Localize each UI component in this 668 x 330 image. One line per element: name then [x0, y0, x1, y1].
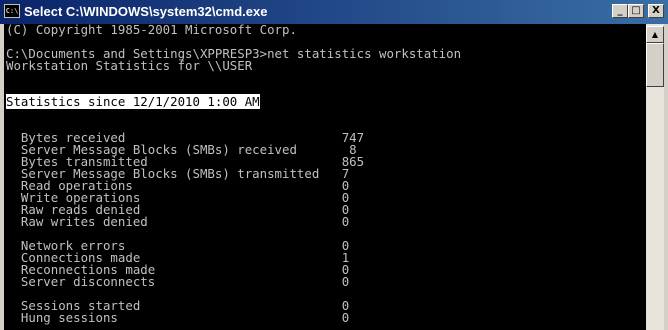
window-title: Select C:\WINDOWS\system32\cmd.exe [24, 4, 268, 19]
console-line-selected: Statistics since 12/1/2010 1:00 AM [6, 94, 260, 109]
title-bar[interactable]: C:\ Select C:\WINDOWS\system32\cmd.exe _… [0, 0, 668, 24]
stat-hung-sessions: Hung sessions 0 [6, 310, 350, 325]
cmd-icon[interactable]: C:\ [4, 4, 20, 18]
window-frame-right [664, 24, 668, 330]
text-selection: Statistics since 12/1/2010 1:00 AM [6, 94, 260, 109]
maximize-button[interactable]: □ [628, 4, 644, 18]
vertical-scrollbar[interactable]: ▲ [646, 24, 664, 330]
cmd-window: C:\ Select C:\WINDOWS\system32\cmd.exe _… [0, 0, 668, 330]
close-button[interactable]: X [648, 4, 664, 18]
stat-server-disconnects: Server disconnects 0 [6, 274, 350, 289]
scrollbar-thumb[interactable] [646, 43, 664, 87]
console-line: (C) Copyright 1985-2001 Microsoft Corp. [6, 24, 297, 37]
minimize-button[interactable]: _ [612, 4, 628, 18]
console-line: Workstation Statistics for \\USER [6, 58, 253, 73]
stat-raw-writes-denied: Raw writes denied 0 [6, 214, 350, 229]
console-output[interactable]: (C) Copyright 1985-2001 Microsoft Corp. … [4, 24, 646, 330]
scroll-up-button[interactable]: ▲ [646, 26, 664, 43]
